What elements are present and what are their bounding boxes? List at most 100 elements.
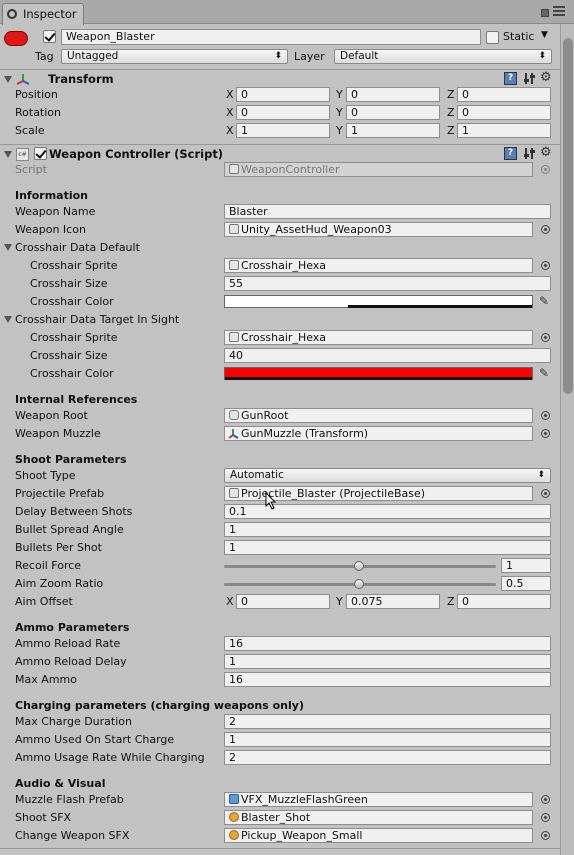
bullet-spread-angle-label: Bullet Spread Angle — [15, 523, 124, 536]
gear-icon[interactable]: ⚙ — [540, 71, 553, 84]
foldout-arrow-icon[interactable] — [4, 244, 12, 251]
aim-offset-x-input[interactable]: 0 — [236, 594, 330, 609]
object-picker-icon[interactable] — [541, 261, 550, 270]
tag-value: Untagged — [67, 50, 119, 62]
lock-icon[interactable] — [541, 9, 549, 17]
ammo-usage-rate-label: Ammo Usage Rate While Charging — [15, 751, 205, 764]
foldout-arrow-icon[interactable] — [4, 316, 12, 323]
crosshair-color-swatch[interactable] — [224, 295, 533, 308]
static-checkbox[interactable] — [486, 31, 499, 44]
axis-y-label: Y — [336, 106, 343, 119]
eyedropper-icon[interactable]: ✎ — [539, 295, 551, 307]
aim-offset-y-input[interactable]: 0.075 — [346, 594, 440, 609]
bullet-spread-angle-input[interactable]: 1 — [224, 522, 551, 537]
scale-y-input[interactable]: 1 — [346, 123, 440, 138]
gear-icon[interactable]: ⚙ — [540, 146, 553, 159]
change-weapon-sfx-value: Pickup_Weapon_Small — [241, 829, 363, 842]
object-picker-icon[interactable] — [541, 429, 550, 438]
ammo-reload-rate-input[interactable]: 16 — [224, 636, 551, 651]
ammo-used-start-charge-input[interactable]: 1 — [224, 732, 551, 747]
max-charge-duration-input[interactable]: 2 — [224, 714, 551, 729]
muzzle-flash-prefab-value: VFX_MuzzleFlashGreen — [241, 793, 368, 806]
component-enabled-checkbox[interactable] — [34, 147, 47, 160]
position-y-input[interactable]: 0 — [346, 87, 440, 102]
menu-icon[interactable] — [553, 6, 565, 18]
bullets-per-shot-label: Bullets Per Shot — [15, 541, 102, 554]
crosshair-target-color-swatch[interactable] — [224, 367, 533, 380]
bullets-per-shot-input[interactable]: 1 — [224, 540, 551, 555]
foldout-arrow-icon[interactable] — [4, 76, 12, 83]
ammo-reload-rate-label: Ammo Reload Rate — [15, 637, 121, 650]
static-label: Static — [503, 30, 535, 43]
transform-header[interactable]: Transform ? ⚙ — [0, 69, 574, 88]
rotation-y-input[interactable]: 0 — [346, 105, 440, 120]
position-z-input[interactable]: 0 — [457, 87, 551, 102]
max-ammo-label: Max Ammo — [15, 673, 77, 686]
script-file-icon — [229, 488, 239, 498]
preset-icon[interactable] — [523, 72, 536, 85]
object-picker-icon[interactable] — [541, 831, 550, 840]
weapon-icon-field[interactable]: Unity_AssetHud_Weapon03 — [224, 222, 533, 237]
weapon-muzzle-field[interactable]: GunMuzzle (Transform) — [224, 426, 533, 441]
next-component-header[interactable] — [0, 849, 560, 855]
foldout-arrow-icon[interactable] — [4, 151, 12, 158]
weapon-name-input[interactable]: Blaster — [224, 204, 551, 219]
preset-icon[interactable] — [523, 147, 536, 160]
object-picker-icon[interactable] — [541, 795, 550, 804]
change-weapon-sfx-field[interactable]: Pickup_Weapon_Small — [224, 828, 533, 843]
object-picker-icon[interactable] — [541, 489, 550, 498]
crosshair-size-input[interactable]: 55 — [224, 276, 551, 291]
crosshair-sprite-target-value: Crosshair_Hexa — [241, 331, 327, 344]
crosshair-default-header[interactable]: Crosshair Data Default — [15, 241, 140, 254]
tab-inspector[interactable]: Inspector — [2, 3, 84, 25]
aim-zoom-ratio-slider-thumb[interactable] — [354, 579, 364, 589]
tag-dropdown[interactable]: Untagged ⬍ — [61, 49, 288, 64]
object-picker-icon[interactable] — [541, 225, 550, 234]
aim-offset-z-input[interactable]: 0 — [457, 594, 551, 609]
object-name-input[interactable]: Weapon_Blaster — [61, 29, 481, 45]
aim-zoom-ratio-input[interactable]: 0.5 — [501, 576, 551, 591]
information-header: Information — [15, 189, 88, 202]
crosshair-sprite-target-field[interactable]: Crosshair_Hexa — [224, 330, 533, 345]
eyedropper-icon[interactable]: ✎ — [539, 367, 551, 379]
axis-z-label: Z — [447, 595, 455, 608]
crosshair-sprite-label: Crosshair Sprite — [30, 331, 118, 344]
crosshair-sprite-field[interactable]: Crosshair_Hexa — [224, 258, 533, 273]
weapon-controller-header[interactable]: c# Weapon Controller (Script) ? ⚙ — [0, 144, 574, 163]
crosshair-target-header[interactable]: Crosshair Data Target In Sight — [15, 313, 179, 326]
recoil-force-input[interactable]: 1 — [501, 558, 551, 573]
transform-title: Transform — [48, 72, 114, 86]
layer-dropdown[interactable]: Default ⬍ — [334, 49, 552, 64]
axis-z-label: Z — [447, 88, 455, 101]
crosshair-size-label: Crosshair Size — [30, 349, 108, 362]
object-picker-icon[interactable] — [541, 333, 550, 342]
vertical-scrollbar[interactable] — [560, 24, 574, 855]
audio-clip-icon — [229, 812, 239, 822]
ammo-usage-rate-input[interactable]: 2 — [224, 750, 551, 765]
muzzle-flash-prefab-field[interactable]: VFX_MuzzleFlashGreen — [224, 792, 533, 807]
rotation-z-input[interactable]: 0 — [457, 105, 551, 120]
scale-x-input[interactable]: 1 — [236, 123, 330, 138]
gameobject-icon[interactable] — [4, 31, 28, 46]
crosshair-sprite-value: Crosshair_Hexa — [241, 259, 327, 272]
scrollbar-thumb[interactable] — [563, 38, 573, 394]
help-icon[interactable]: ? — [504, 72, 517, 85]
max-ammo-input[interactable]: 16 — [224, 672, 551, 687]
object-picker-icon[interactable] — [541, 411, 550, 420]
object-picker-icon[interactable] — [541, 813, 550, 822]
help-icon[interactable]: ? — [504, 147, 517, 160]
shoot-type-dropdown[interactable]: Automatic ⬍ — [224, 468, 551, 483]
shoot-sfx-field[interactable]: Blaster_Shot — [224, 810, 533, 825]
scale-z-input[interactable]: 1 — [457, 123, 551, 138]
active-checkbox[interactable] — [43, 30, 56, 43]
transform-icon — [16, 73, 30, 85]
recoil-force-slider-thumb[interactable] — [354, 561, 364, 571]
weapon-root-field[interactable]: GunRoot — [224, 408, 533, 423]
sprite-icon — [229, 224, 239, 234]
static-dropdown-arrow-icon[interactable]: ▼ — [541, 30, 548, 40]
position-x-input[interactable]: 0 — [236, 87, 330, 102]
rotation-x-input[interactable]: 0 — [236, 105, 330, 120]
ammo-reload-delay-input[interactable]: 1 — [224, 654, 551, 669]
axis-y-label: Y — [336, 595, 343, 608]
crosshair-size-target-input[interactable]: 40 — [224, 348, 551, 363]
